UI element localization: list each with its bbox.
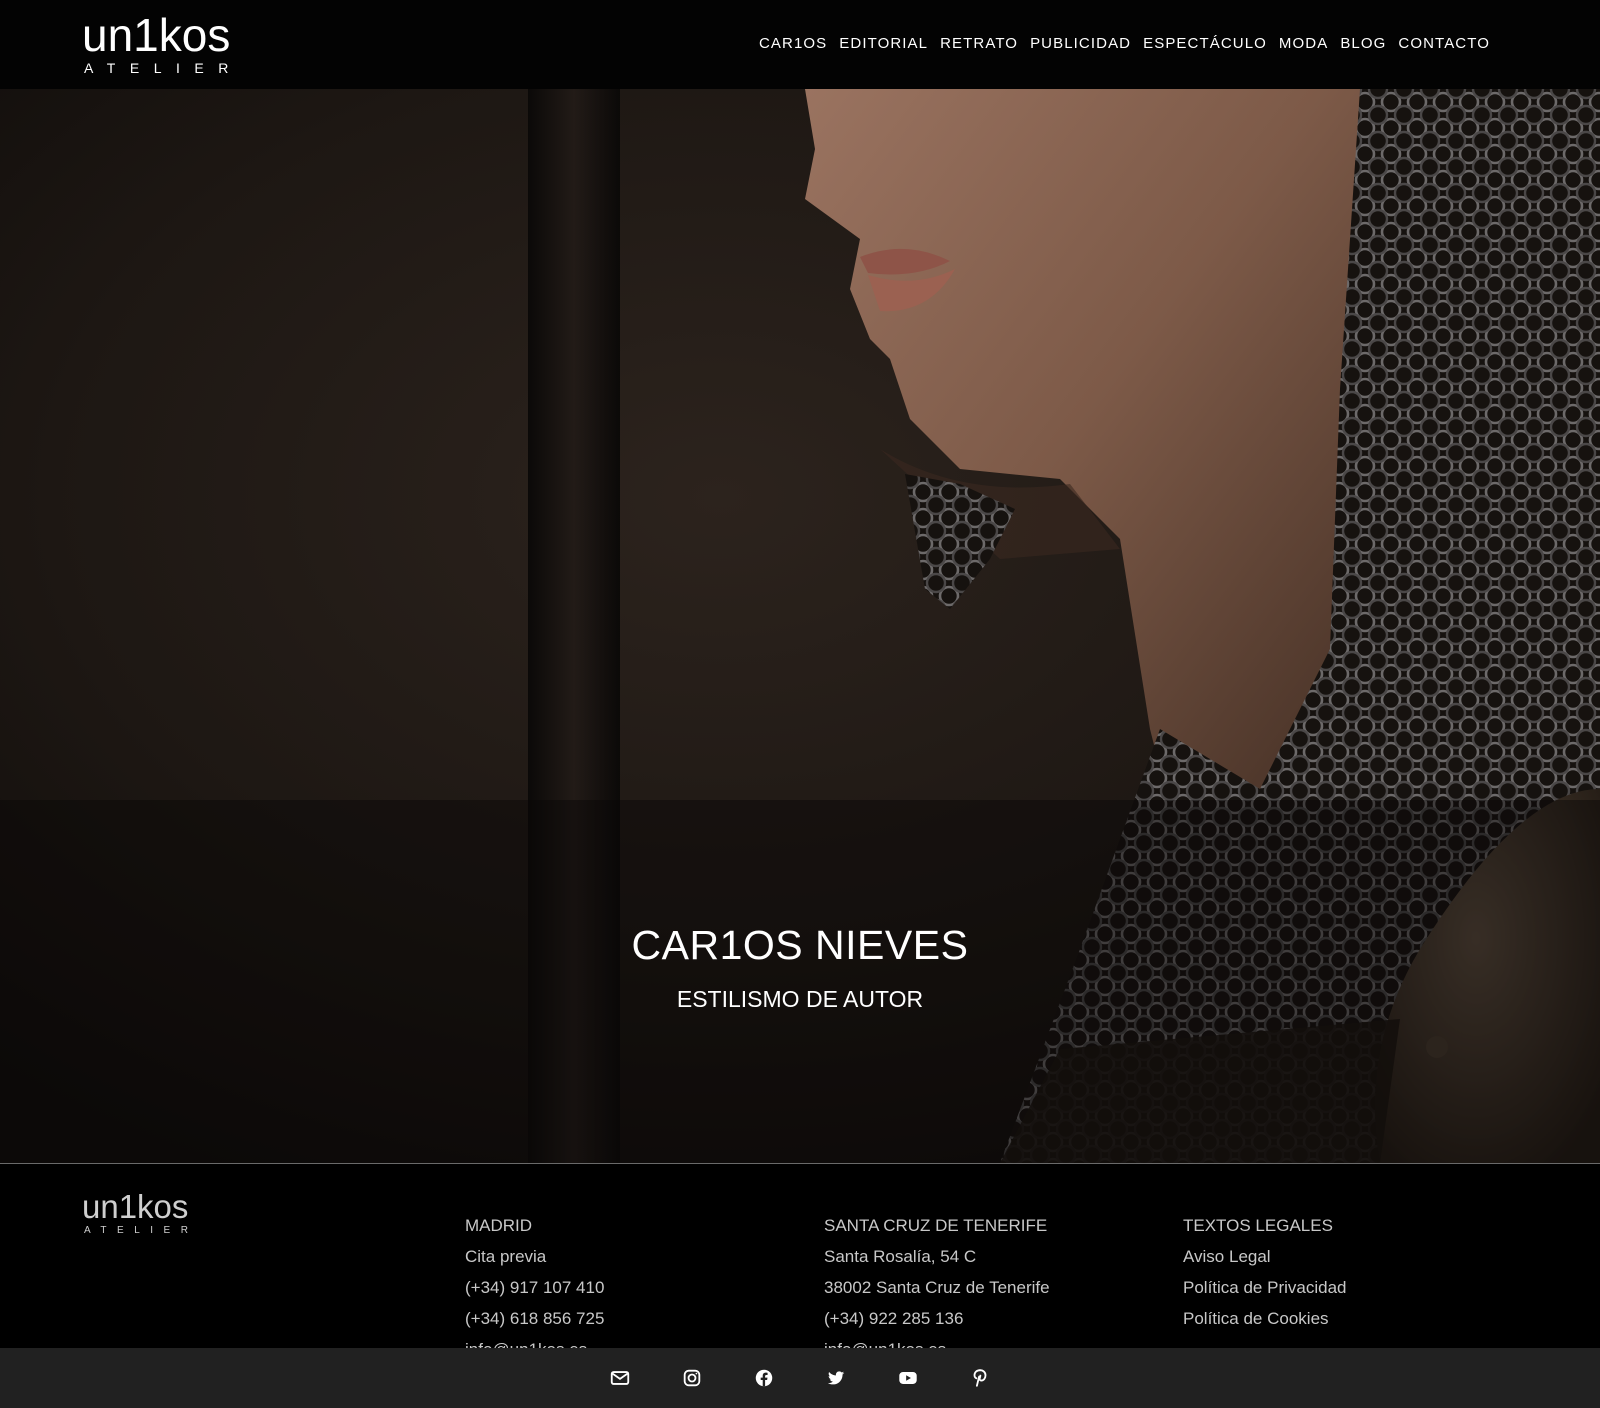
nav-item-blog[interactable]: BLOG <box>1340 34 1386 54</box>
madrid-phone-1[interactable]: (+34) 917 107 410 <box>465 1272 604 1303</box>
tenerife-city: 38002 Santa Cruz de Tenerife <box>824 1278 1050 1297</box>
tenerife-street: Santa Rosalía, 54 C <box>824 1247 977 1266</box>
tenerife-heading: SANTA CRUZ DE TENERIFE <box>824 1216 1048 1235</box>
youtube-icon[interactable] <box>897 1367 919 1389</box>
nav-item-editorial[interactable]: EDITORIAL <box>839 34 928 54</box>
instagram-icon[interactable] <box>681 1367 703 1389</box>
site-header: un1kos ATELIER CAR1OS EDITORIAL RETRATO … <box>0 0 1600 89</box>
nav-item-contacto[interactable]: CONTACTO <box>1398 34 1490 54</box>
nav-item-moda[interactable]: MODA <box>1279 34 1328 54</box>
footer-logo-wordmark: un1kos <box>82 1188 189 1225</box>
social-bar <box>0 1348 1600 1408</box>
madrid-cita-previa: Cita previa <box>465 1247 547 1266</box>
link-aviso-legal[interactable]: Aviso Legal <box>1183 1241 1346 1272</box>
link-privacidad[interactable]: Política de Privacidad <box>1183 1272 1346 1303</box>
tenerife-phone[interactable]: (+34) 922 285 136 <box>824 1303 1050 1334</box>
footer-logo[interactable]: un1kos ATELIER <box>82 1190 198 1236</box>
footer-logo-subtitle: ATELIER <box>84 1225 199 1236</box>
hero-title: CAR1OS NIEVES <box>631 922 969 968</box>
nav-item-retrato[interactable]: RETRATO <box>940 34 1018 54</box>
legal-heading: TEXTOS LEGALES <box>1183 1216 1333 1235</box>
footer-col-tenerife: SANTA CRUZ DE TENERIFE Santa Rosalía, 54… <box>824 1210 1050 1365</box>
facebook-icon[interactable] <box>753 1367 775 1389</box>
site-footer: un1kos ATELIER MADRID Cita previa (+34) … <box>0 1163 1600 1359</box>
logo-subtitle: ATELIER <box>84 60 243 76</box>
nav-item-espectaculo[interactable]: ESPECTÁCULO <box>1143 34 1267 54</box>
nav-item-car1os[interactable]: CAR1OS <box>759 34 827 54</box>
link-cookies[interactable]: Política de Cookies <box>1183 1303 1346 1334</box>
nav-item-publicidad[interactable]: PUBLICIDAD <box>1030 34 1131 54</box>
main-nav: CAR1OS EDITORIAL RETRATO PUBLICIDAD ESPE… <box>759 34 1490 54</box>
footer-col-madrid: MADRID Cita previa (+34) 917 107 410 (+3… <box>465 1210 604 1365</box>
envelope-icon[interactable] <box>609 1367 631 1389</box>
hero-subtitle: ESTILISMO DE AUTOR <box>676 986 924 1012</box>
hero-caption-overlay <box>0 800 1600 1163</box>
footer-col-legal: TEXTOS LEGALES Aviso Legal Política de P… <box>1183 1210 1346 1334</box>
madrid-heading: MADRID <box>465 1216 533 1235</box>
madrid-phone-2[interactable]: (+34) 618 856 725 <box>465 1303 604 1334</box>
twitter-icon[interactable] <box>825 1367 847 1389</box>
pinterest-icon[interactable] <box>969 1367 991 1389</box>
site-logo[interactable]: un1kos ATELIER <box>82 12 252 75</box>
hero-section: CAR1OS NIEVES ESTILISMO DE AUTOR <box>0 89 1600 1163</box>
logo-wordmark: un1kos <box>82 9 231 61</box>
